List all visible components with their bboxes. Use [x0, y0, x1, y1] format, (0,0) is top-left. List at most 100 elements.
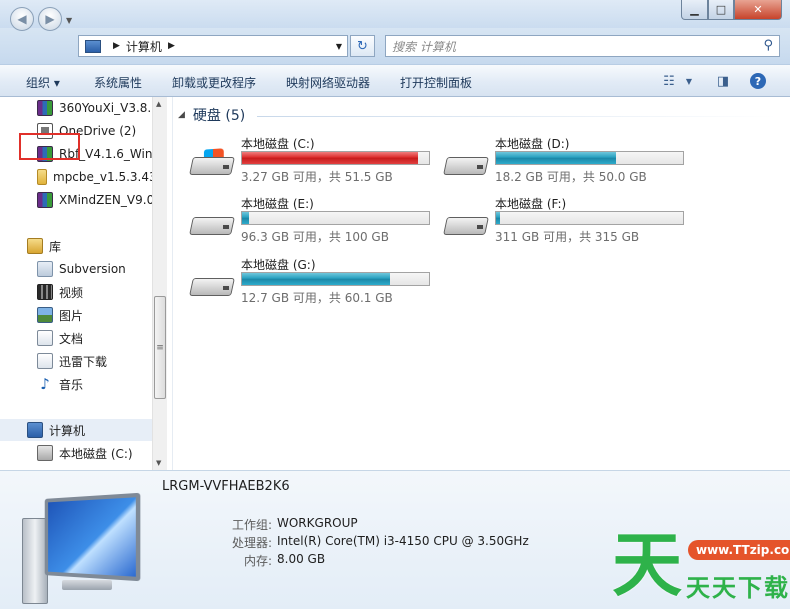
nav-item-documents[interactable]: 文档	[0, 327, 152, 349]
nav-item-subversion[interactable]: Subversion	[0, 258, 152, 280]
download-icon	[37, 353, 53, 369]
back-button[interactable]: ◀	[10, 7, 34, 31]
address-bar[interactable]: ▶ 计算机 ▶ ▼	[78, 35, 348, 57]
hard-disk-icon	[189, 148, 235, 177]
drive-usage-bar	[495, 211, 684, 225]
scroll-down-icon[interactable]: ▼	[156, 459, 161, 467]
nav-item-label: 库	[49, 239, 62, 254]
memory-label: 内存:	[243, 554, 272, 568]
drive-usage-fill	[242, 273, 390, 285]
drive-free-space: 311 GB 可用，共 315 GB	[495, 230, 640, 244]
drive-name: 本地磁盘 (D:)	[495, 137, 570, 151]
nav-item-thunder-downloads[interactable]: 迅雷下载	[0, 350, 152, 372]
system-properties-button[interactable]: 系统属性	[94, 74, 142, 91]
drive-usage-fill	[496, 212, 500, 224]
nav-item-label: 文档	[59, 331, 84, 346]
command-bar: 组织 ▾ 系统属性 卸载或更改程序 映射网络驱动器 打开控制面板 ☷ ▼ ◨ ?	[0, 64, 790, 97]
library-icon	[27, 238, 43, 254]
search-icon[interactable]: ⚲	[763, 38, 773, 53]
nav-item-computer[interactable]: 计算机	[0, 419, 152, 441]
drive-name: 本地磁盘 (C:)	[241, 137, 315, 151]
scroll-thumb[interactable]: ≡	[154, 296, 166, 399]
disk-led	[223, 225, 229, 229]
refresh-button[interactable]: ↻	[350, 35, 375, 57]
drive-tile[interactable]: 本地磁盘 (E:) 96.3 GB 可用，共 100 GB	[189, 195, 439, 253]
drive-tile[interactable]: 本地磁盘 (D:) 18.2 GB 可用，共 50.0 GB	[443, 135, 693, 193]
drive-tile[interactable]: 本地磁盘 (C:) 3.27 GB 可用，共 51.5 GB	[189, 135, 439, 193]
nav-item-360youxi[interactable]: 360YouXi_V3.8.7	[0, 97, 152, 119]
breadcrumb-chevron-icon[interactable]: ▶	[168, 41, 175, 51]
view-dropdown-icon[interactable]: ▼	[680, 72, 698, 90]
drive-tile[interactable]: 本地磁盘 (G:) 12.7 GB 可用，共 60.1 GB	[189, 256, 439, 314]
drive-icon	[37, 445, 53, 461]
disk-led	[223, 165, 229, 169]
uninstall-program-button[interactable]: 卸载或更改程序	[172, 74, 256, 91]
archive-icon	[37, 100, 53, 116]
subversion-icon	[37, 261, 53, 277]
forward-button[interactable]: ▶	[38, 7, 62, 31]
recent-pages-dropdown-icon[interactable]: ▼	[66, 16, 72, 25]
processor-label: 处理器:	[231, 536, 272, 550]
drive-name: 本地磁盘 (F:)	[495, 197, 567, 211]
nav-item-label: 本地磁盘 (C:)	[59, 446, 133, 461]
nav-item-music[interactable]: ♪ 音乐	[0, 373, 152, 395]
search-input[interactable]: 搜索 计算机 ⚲	[385, 35, 780, 57]
maximize-button[interactable]: □	[708, 0, 734, 20]
nav-item-libraries[interactable]: 库	[0, 235, 152, 257]
hard-disk-icon	[189, 209, 235, 237]
nav-scrollbar[interactable]: ▲ ≡ ▼	[152, 97, 167, 470]
nav-item-label: 计算机	[49, 423, 86, 438]
drive-free-space: 18.2 GB 可用，共 50.0 GB	[495, 170, 647, 184]
watermark-url: www.TTzip.com	[688, 540, 790, 560]
disk-led	[223, 286, 229, 290]
collapse-icon[interactable]: ◢	[178, 110, 185, 120]
nav-item-mpcbe[interactable]: mpcbe_v1.5.3.43	[0, 166, 152, 188]
refresh-icon: ↻	[357, 38, 368, 54]
nav-item-xmind[interactable]: XMindZEN_V9.0	[0, 189, 152, 211]
drive-usage-bar	[495, 151, 684, 165]
computer-icon	[27, 422, 43, 438]
title-bar	[0, 0, 790, 30]
drive-usage-bar	[241, 211, 430, 225]
nav-item-label: mpcbe_v1.5.3.43	[53, 170, 152, 184]
back-arrow-icon: ◀	[17, 12, 27, 26]
organize-button[interactable]: 组织 ▾	[26, 74, 60, 91]
address-dropdown-icon[interactable]: ▼	[336, 42, 342, 51]
preview-pane-icon[interactable]: ◨	[714, 72, 732, 90]
workgroup-label: 工作组:	[231, 518, 272, 532]
change-view-icon[interactable]: ☷	[660, 72, 678, 90]
nav-item-local-disk-c[interactable]: 本地磁盘 (C:)	[0, 442, 152, 464]
drive-usage-bar	[241, 272, 430, 286]
workgroup-value: WORKGROUP	[277, 516, 358, 530]
hard-disk-icon	[189, 270, 235, 298]
watermark-logo-character: 天	[612, 523, 682, 606]
folder-icon	[37, 169, 47, 185]
drive-usage-fill	[242, 212, 250, 224]
open-control-panel-button[interactable]: 打开控制面板	[400, 74, 472, 91]
video-icon	[37, 284, 53, 300]
close-button[interactable]: ✕	[734, 0, 782, 20]
drive-name: 本地磁盘 (E:)	[241, 197, 314, 211]
map-network-drive-button[interactable]: 映射网络驱动器	[286, 74, 370, 91]
breadcrumb-chevron-icon[interactable]: ▶	[113, 41, 120, 51]
drive-usage-bar	[241, 151, 430, 165]
computer-name: LRGM-VVFHAEB2K6	[162, 479, 290, 494]
minimize-button[interactable]: ▁	[681, 0, 708, 20]
group-divider	[257, 116, 777, 117]
watermark-text: 天天下载	[686, 574, 790, 602]
help-icon[interactable]: ?	[750, 73, 766, 89]
nav-item-label: 音乐	[59, 377, 84, 392]
drive-usage-fill	[242, 152, 418, 164]
drive-free-space: 3.27 GB 可用，共 51.5 GB	[241, 170, 393, 184]
archive-icon	[37, 192, 53, 208]
nav-item-videos[interactable]: 视频	[0, 281, 152, 303]
breadcrumb-computer[interactable]: 计算机	[126, 38, 162, 55]
music-icon: ♪	[40, 375, 50, 393]
drive-name: 本地磁盘 (G:)	[241, 258, 316, 272]
drive-tile[interactable]: 本地磁盘 (F:) 311 GB 可用，共 315 GB	[443, 195, 693, 253]
content-pane: ◢ 硬盘 (5) 本地磁盘 (C:) 3.27 GB 可用，共 51.5 GB 本地…	[173, 97, 790, 470]
hard-disks-group-header[interactable]: ◢ 硬盘 (5)	[178, 105, 245, 125]
nav-item-pictures[interactable]: 图片	[0, 304, 152, 326]
processor-value: Intel(R) Core(TM) i3-4150 CPU @ 3.50GHz	[277, 534, 529, 548]
scroll-up-icon[interactable]: ▲	[156, 100, 161, 108]
